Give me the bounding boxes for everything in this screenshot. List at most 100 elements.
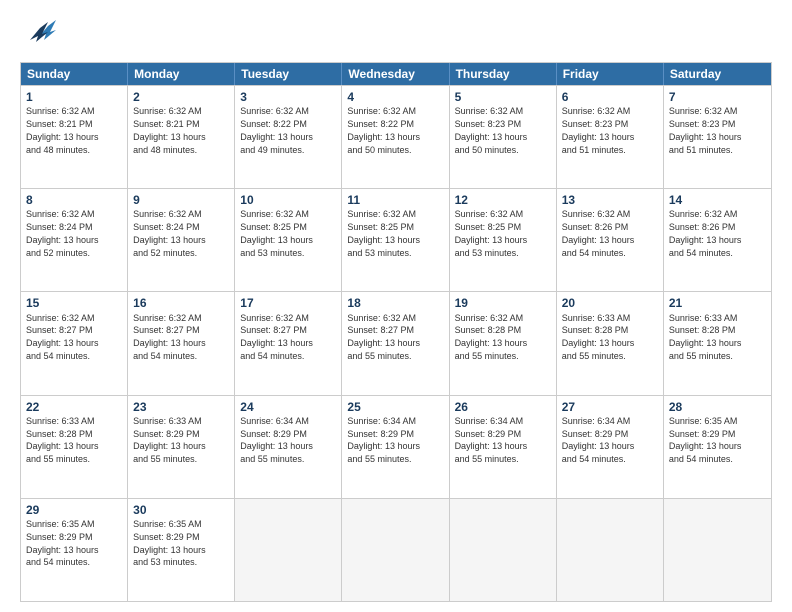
- calendar-header-sunday: Sunday: [21, 63, 128, 85]
- calendar-cell-empty: [342, 499, 449, 601]
- calendar-cell-23: 23Sunrise: 6:33 AMSunset: 8:29 PMDayligh…: [128, 396, 235, 498]
- calendar-cell-27: 27Sunrise: 6:34 AMSunset: 8:29 PMDayligh…: [557, 396, 664, 498]
- calendar-cell-2: 2Sunrise: 6:32 AMSunset: 8:21 PMDaylight…: [128, 86, 235, 188]
- calendar-header-thursday: Thursday: [450, 63, 557, 85]
- day-number: 28: [669, 399, 766, 415]
- calendar-header-tuesday: Tuesday: [235, 63, 342, 85]
- calendar-cell-5: 5Sunrise: 6:32 AMSunset: 8:23 PMDaylight…: [450, 86, 557, 188]
- cell-info: Sunrise: 6:32 AMSunset: 8:23 PMDaylight:…: [669, 106, 742, 154]
- calendar-header-wednesday: Wednesday: [342, 63, 449, 85]
- day-number: 24: [240, 399, 336, 415]
- calendar-cell-14: 14Sunrise: 6:32 AMSunset: 8:26 PMDayligh…: [664, 189, 771, 291]
- day-number: 1: [26, 89, 122, 105]
- day-number: 5: [455, 89, 551, 105]
- calendar-cell-1: 1Sunrise: 6:32 AMSunset: 8:21 PMDaylight…: [21, 86, 128, 188]
- cell-info: Sunrise: 6:32 AMSunset: 8:24 PMDaylight:…: [133, 209, 206, 257]
- cell-info: Sunrise: 6:32 AMSunset: 8:22 PMDaylight:…: [347, 106, 420, 154]
- calendar-cell-13: 13Sunrise: 6:32 AMSunset: 8:26 PMDayligh…: [557, 189, 664, 291]
- day-number: 17: [240, 295, 336, 311]
- day-number: 9: [133, 192, 229, 208]
- calendar-header-friday: Friday: [557, 63, 664, 85]
- page: SundayMondayTuesdayWednesdayThursdayFrid…: [0, 0, 792, 612]
- calendar-cell-24: 24Sunrise: 6:34 AMSunset: 8:29 PMDayligh…: [235, 396, 342, 498]
- calendar-header: SundayMondayTuesdayWednesdayThursdayFrid…: [21, 63, 771, 85]
- logo: [20, 18, 59, 54]
- day-number: 25: [347, 399, 443, 415]
- cell-info: Sunrise: 6:34 AMSunset: 8:29 PMDaylight:…: [562, 416, 635, 464]
- cell-info: Sunrise: 6:34 AMSunset: 8:29 PMDaylight:…: [455, 416, 528, 464]
- cell-info: Sunrise: 6:32 AMSunset: 8:25 PMDaylight:…: [240, 209, 313, 257]
- calendar-row-1: 8Sunrise: 6:32 AMSunset: 8:24 PMDaylight…: [21, 188, 771, 291]
- calendar-cell-18: 18 Sunrise: 6:32 AMSunset: 8:27 PMDayligh…: [342, 292, 449, 394]
- day-number: 15: [26, 295, 122, 311]
- day-number: 26: [455, 399, 551, 415]
- calendar-cell-6: 6Sunrise: 6:32 AMSunset: 8:23 PMDaylight…: [557, 86, 664, 188]
- calendar-cell-25: 25Sunrise: 6:34 AMSunset: 8:29 PMDayligh…: [342, 396, 449, 498]
- day-number: 27: [562, 399, 658, 415]
- calendar-cell-19: 19Sunrise: 6:32 AMSunset: 8:28 PMDayligh…: [450, 292, 557, 394]
- calendar-cell-10: 10Sunrise: 6:32 AMSunset: 8:25 PMDayligh…: [235, 189, 342, 291]
- calendar-cell-12: 12Sunrise: 6:32 AMSunset: 8:25 PMDayligh…: [450, 189, 557, 291]
- cell-info: Sunrise: 6:34 AMSunset: 8:29 PMDaylight:…: [240, 416, 313, 464]
- day-number: 21: [669, 295, 766, 311]
- calendar-cell-26: 26Sunrise: 6:34 AMSunset: 8:29 PMDayligh…: [450, 396, 557, 498]
- day-number: 20: [562, 295, 658, 311]
- cell-info: Sunrise: 6:32 AMSunset: 8:24 PMDaylight:…: [26, 209, 99, 257]
- calendar-cell-20: 20 Sunrise: 6:33 AMSunset: 8:28 PMDayligh…: [557, 292, 664, 394]
- day-number: 23: [133, 399, 229, 415]
- cell-info: Sunrise: 6:33 AMSunset: 8:28 PMDaylight:…: [669, 313, 742, 361]
- calendar-cell-29: 29Sunrise: 6:35 AMSunset: 8:29 PMDayligh…: [21, 499, 128, 601]
- calendar-cell-empty: [235, 499, 342, 601]
- calendar-cell-30: 30Sunrise: 6:35 AMSunset: 8:29 PMDayligh…: [128, 499, 235, 601]
- calendar-cell-3: 3Sunrise: 6:32 AMSunset: 8:22 PMDaylight…: [235, 86, 342, 188]
- calendar-cell-9: 9Sunrise: 6:32 AMSunset: 8:24 PMDaylight…: [128, 189, 235, 291]
- day-number: 4: [347, 89, 443, 105]
- day-number: 8: [26, 192, 122, 208]
- calendar-cell-empty: [557, 499, 664, 601]
- day-number: 30: [133, 502, 229, 518]
- day-number: 19: [455, 295, 551, 311]
- cell-info: Sunrise: 6:32 AMSunset: 8:23 PMDaylight:…: [562, 106, 635, 154]
- logo-icon: [20, 18, 56, 54]
- calendar-body: 1Sunrise: 6:32 AMSunset: 8:21 PMDaylight…: [21, 85, 771, 601]
- calendar-cell-empty: [664, 499, 771, 601]
- cell-info: Sunrise: 6:32 AMSunset: 8:27 PMDaylight:…: [26, 313, 99, 361]
- calendar-cell-28: 28Sunrise: 6:35 AMSunset: 8:29 PMDayligh…: [664, 396, 771, 498]
- day-number: 7: [669, 89, 766, 105]
- day-number: 2: [133, 89, 229, 105]
- day-number: 12: [455, 192, 551, 208]
- cell-info: Sunrise: 6:32 AMSunset: 8:26 PMDaylight:…: [669, 209, 742, 257]
- day-number: 18: [347, 295, 443, 311]
- calendar-cell-4: 4Sunrise: 6:32 AMSunset: 8:22 PMDaylight…: [342, 86, 449, 188]
- calendar-cell-17: 17Sunrise: 6:32 AMSunset: 8:27 PMDayligh…: [235, 292, 342, 394]
- calendar-header-monday: Monday: [128, 63, 235, 85]
- cell-info: Sunrise: 6:35 AMSunset: 8:29 PMDaylight:…: [669, 416, 742, 464]
- header: [20, 18, 772, 54]
- calendar-cell-15: 15 Sunrise: 6:32 AMSunset: 8:27 PMDayligh…: [21, 292, 128, 394]
- cell-info: Sunrise: 6:33 AMSunset: 8:28 PMDaylight:…: [562, 313, 635, 361]
- cell-info: Sunrise: 6:34 AMSunset: 8:29 PMDaylight:…: [347, 416, 420, 464]
- cell-info: Sunrise: 6:33 AMSunset: 8:28 PMDaylight:…: [26, 416, 99, 464]
- calendar-cell-16: 16 Sunrise: 6:32 AMSunset: 8:27 PMDayligh…: [128, 292, 235, 394]
- calendar-cell-8: 8Sunrise: 6:32 AMSunset: 8:24 PMDaylight…: [21, 189, 128, 291]
- day-number: 13: [562, 192, 658, 208]
- day-number: 16: [133, 295, 229, 311]
- cell-info: Sunrise: 6:33 AMSunset: 8:29 PMDaylight:…: [133, 416, 206, 464]
- calendar-cell-empty: [450, 499, 557, 601]
- cell-info: Sunrise: 6:32 AMSunset: 8:27 PMDaylight:…: [347, 313, 420, 361]
- day-number: 29: [26, 502, 122, 518]
- cell-info: Sunrise: 6:35 AMSunset: 8:29 PMDaylight:…: [26, 519, 99, 567]
- calendar-cell-7: 7Sunrise: 6:32 AMSunset: 8:23 PMDaylight…: [664, 86, 771, 188]
- day-number: 6: [562, 89, 658, 105]
- calendar-cell-22: 22Sunrise: 6:33 AMSunset: 8:28 PMDayligh…: [21, 396, 128, 498]
- calendar-row-2: 15 Sunrise: 6:32 AMSunset: 8:27 PMDayligh…: [21, 291, 771, 394]
- calendar-row-0: 1Sunrise: 6:32 AMSunset: 8:21 PMDaylight…: [21, 85, 771, 188]
- cell-info: Sunrise: 6:32 AMSunset: 8:25 PMDaylight:…: [347, 209, 420, 257]
- cell-info: Sunrise: 6:32 AMSunset: 8:25 PMDaylight:…: [455, 209, 528, 257]
- cell-info: Sunrise: 6:35 AMSunset: 8:29 PMDaylight:…: [133, 519, 206, 567]
- cell-info: Sunrise: 6:32 AMSunset: 8:27 PMDaylight:…: [133, 313, 206, 361]
- calendar: SundayMondayTuesdayWednesdayThursdayFrid…: [20, 62, 772, 602]
- day-number: 3: [240, 89, 336, 105]
- day-number: 10: [240, 192, 336, 208]
- day-number: 14: [669, 192, 766, 208]
